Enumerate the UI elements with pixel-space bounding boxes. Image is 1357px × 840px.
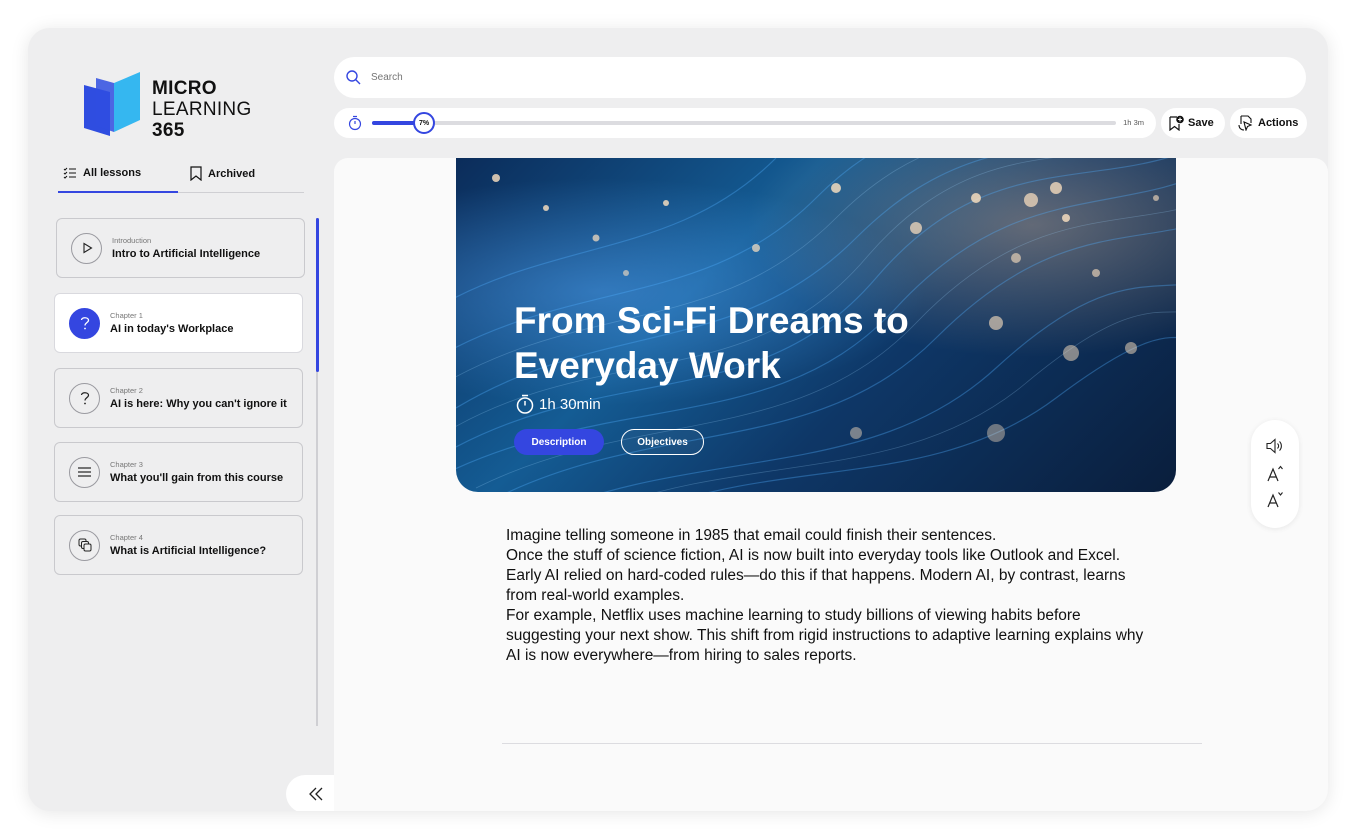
brand-line-3: 365 (152, 120, 185, 141)
app-window: MICRO LEARNING 365 All lessons Archived (28, 28, 1328, 811)
bookmark-add-icon (1169, 115, 1184, 131)
layers-icon (69, 529, 100, 561)
brand-wordmark: MICRO LEARNING 365 (152, 78, 252, 141)
stopwatch-icon (348, 115, 362, 131)
brand-line-2: LEARNING (152, 99, 252, 120)
search-input[interactable] (371, 72, 1171, 83)
description-button-label: Description (531, 436, 587, 448)
progress-percent: 7% (419, 119, 430, 127)
tab-archived[interactable]: Archived (190, 154, 300, 193)
body-paragraph: Imagine telling someone in 1985 that ema… (506, 527, 997, 544)
accessibility-toolbar (1251, 420, 1299, 528)
actions-button-label: Actions (1258, 117, 1299, 129)
scrollbar-thumb[interactable] (316, 218, 319, 372)
progress-track[interactable]: 7% (372, 112, 1116, 134)
lesson-body: Imagine telling someone in 1985 that ema… (506, 526, 1146, 666)
brand-logo: MICRO LEARNING 365 (84, 70, 274, 141)
objectives-button[interactable]: Objectives (621, 429, 704, 455)
font-increase-icon (1267, 465, 1283, 482)
speaker-icon (1266, 438, 1282, 454)
bookmark-icon (190, 166, 202, 181)
hero-duration: 1h 30min (516, 394, 601, 414)
brand-line-1: MICRO (152, 78, 217, 99)
hero-duration-text: 1h 30min (539, 395, 601, 413)
play-icon (71, 232, 102, 264)
lesson-title: AI is here: Why you can't ignore it (110, 398, 287, 410)
decrease-font-button[interactable] (1265, 490, 1285, 510)
lesson-progress: 7% 1h 3m (334, 108, 1156, 138)
lesson-kicker: Chapter 3 (110, 460, 143, 469)
save-button-label: Save (1188, 117, 1214, 129)
font-decrease-icon (1267, 492, 1283, 508)
lesson-scrollbar[interactable] (316, 218, 319, 726)
increase-font-button[interactable] (1265, 464, 1285, 484)
search-icon (346, 70, 361, 85)
list-item[interactable]: Chapter 1 AI in today's Workplace (54, 293, 303, 353)
lesson-content: From Sci-Fi Dreams to Everyday Work 1h 3… (334, 158, 1328, 811)
hero-title: From Sci-Fi Dreams to Everyday Work (514, 300, 909, 386)
tab-archived-label: Archived (208, 167, 256, 180)
actions-button[interactable]: Actions (1230, 108, 1307, 138)
lesson-title: What is Artificial Intelligence? (110, 545, 267, 557)
lesson-title: Intro to Artificial Intelligence (112, 248, 261, 260)
lesson-kicker: Chapter 2 (110, 386, 143, 395)
lesson-kicker: Chapter 1 (110, 311, 143, 320)
save-button[interactable]: Save (1161, 108, 1225, 138)
stopwatch-icon (516, 394, 534, 414)
book-logo-icon (84, 72, 140, 136)
read-aloud-button[interactable] (1265, 436, 1285, 456)
actions-cursor-icon (1238, 115, 1253, 131)
list-item[interactable]: Introduction Intro to Artificial Intelli… (56, 218, 305, 278)
description-button[interactable]: Description (514, 429, 604, 455)
tab-all-lessons[interactable]: All lessons (58, 154, 178, 193)
menu-lines-icon (69, 456, 100, 488)
question-icon (69, 307, 100, 339)
chevrons-left-icon (309, 787, 323, 801)
question-icon (69, 382, 100, 414)
progress-handle[interactable]: 7% (413, 112, 436, 134)
list-item[interactable]: Chapter 3 What you'll gain from this cou… (54, 442, 303, 502)
lesson-kicker: Chapter 4 (110, 533, 143, 542)
lesson-title: AI in today's Workplace (110, 323, 234, 335)
list-item[interactable]: Chapter 2 AI is here: Why you can't igno… (54, 368, 303, 428)
total-duration: 1h 3m (1123, 118, 1144, 127)
body-paragraph: Once the stuff of science fiction, AI is… (506, 547, 1126, 604)
search-bar[interactable] (334, 57, 1306, 98)
lesson-tabs: All lessons Archived (58, 154, 304, 193)
objectives-button-label: Objectives (637, 436, 688, 448)
list-item[interactable]: Chapter 4 What is Artificial Intelligenc… (54, 515, 303, 575)
body-paragraph: For example, Netflix uses machine learni… (506, 607, 1144, 664)
list-check-icon (63, 167, 76, 179)
content-divider (502, 743, 1202, 744)
lesson-kicker: Introduction (112, 236, 152, 245)
hero-banner: From Sci-Fi Dreams to Everyday Work 1h 3… (456, 158, 1176, 492)
tab-all-lessons-label: All lessons (83, 166, 142, 179)
lesson-title: What you'll gain from this course (110, 472, 284, 484)
